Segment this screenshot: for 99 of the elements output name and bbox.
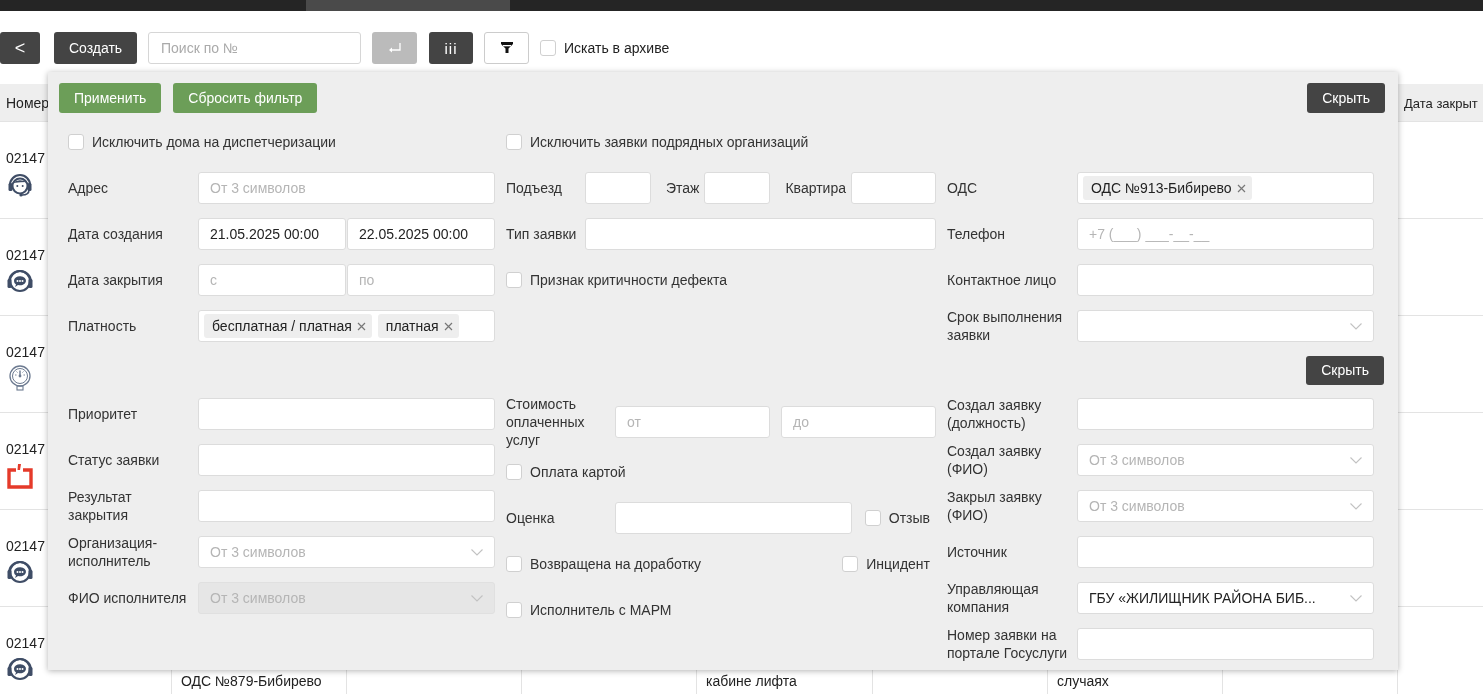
checkbox-label: Исключить заявки подрядных организаций	[530, 134, 809, 150]
field-label: Стоимость оплаченных услуг	[506, 395, 586, 449]
input-field[interactable]	[704, 172, 771, 204]
table-cell-text: кабине лифта	[706, 673, 798, 689]
field-label: Создал заявку (ФИО)	[947, 442, 1043, 478]
headset-chat-icon	[6, 267, 34, 295]
field-label: Организация-исполнитель	[68, 534, 159, 570]
checkbox[interactable]	[506, 602, 522, 618]
checkbox[interactable]	[68, 134, 84, 150]
checkbox-label: Искать в архиве	[564, 40, 670, 56]
chevron-icon	[1350, 502, 1362, 510]
field-label: Подъезд	[506, 179, 563, 197]
chevron-icon	[471, 548, 483, 556]
input-field[interactable]	[615, 502, 852, 534]
back-button[interactable]: <	[0, 32, 40, 64]
tag-field[interactable]: ОДС №913-Бибирево	[1077, 172, 1374, 204]
input-field[interactable]: 22.05.2025 00:00	[347, 218, 495, 250]
tag-chip[interactable]: платная	[377, 314, 459, 338]
input-field[interactable]	[585, 172, 651, 204]
checkbox[interactable]	[506, 272, 522, 288]
field-label: Телефон	[947, 225, 1007, 243]
field-label: ФИО исполнителя	[68, 589, 188, 607]
field-label: Результат закрытия	[68, 488, 133, 524]
request-number: 02147	[6, 635, 45, 651]
chevron-icon	[1350, 456, 1362, 464]
hide-button[interactable]: Скрыть	[1307, 83, 1385, 113]
chevron-icon	[471, 594, 483, 602]
input-field[interactable]	[1077, 398, 1374, 430]
input-field[interactable]	[198, 490, 495, 522]
remove-icon	[356, 321, 366, 331]
request-number: 02147	[6, 538, 45, 554]
chevron-icon	[1350, 594, 1362, 602]
field-label: Дата закрытия	[68, 271, 164, 289]
checkbox[interactable]	[506, 134, 522, 150]
request-number: 02147	[6, 441, 45, 457]
column-header: Номер	[6, 94, 50, 111]
nav-tab[interactable]	[306, 0, 510, 11]
checkbox-label: Признак критичности дефекта	[530, 272, 728, 288]
checkbox[interactable]	[540, 40, 556, 56]
request-number: 02147	[6, 344, 45, 360]
column-header: Дата закрыт	[1404, 95, 1478, 111]
dropdown-field[interactable]	[1077, 310, 1374, 342]
gauge-icon	[6, 364, 34, 392]
checkbox-label: Оплата картой	[530, 464, 626, 480]
remove-icon	[1236, 183, 1246, 193]
columns-button[interactable]: iii	[429, 32, 473, 64]
table-cell-text: случаях	[1057, 673, 1110, 689]
enter-button[interactable]	[372, 32, 417, 64]
input-field[interactable]	[1077, 536, 1374, 568]
input-field[interactable]	[1077, 264, 1374, 296]
checkbox-label: Исполнитель с МАРМ	[530, 602, 672, 618]
field-label: Статус заявки	[68, 451, 161, 469]
input-field[interactable]	[585, 218, 936, 250]
filter-button[interactable]	[484, 32, 529, 64]
input-field[interactable]	[1077, 628, 1374, 660]
field-label: Платность	[68, 317, 138, 335]
tag-field[interactable]: бесплатная / платная платная	[198, 310, 495, 342]
field-label: Источник	[947, 543, 1008, 561]
enter-icon	[387, 42, 402, 54]
checkbox-label: Инцидент	[866, 556, 930, 572]
field-label: Управляющая компания	[947, 580, 1040, 616]
headset-chat-icon	[6, 655, 34, 683]
field-label: ОДС	[947, 179, 979, 197]
field-label: Квартира	[785, 179, 847, 197]
checkbox-label: Возвращена на доработку	[530, 556, 702, 572]
checkbox[interactable]	[506, 464, 522, 480]
filter-icon	[500, 42, 513, 54]
checkbox-label: Отзыв	[888, 510, 930, 526]
input-field[interactable]	[851, 172, 936, 204]
request-number: 02147	[6, 150, 45, 166]
input-field[interactable]: 21.05.2025 00:00	[198, 218, 346, 250]
hide-button[interactable]: Скрыть	[1306, 355, 1384, 385]
input-field[interactable]	[198, 444, 495, 476]
field-label: Контактное лицо	[947, 271, 1058, 289]
checkbox[interactable]	[864, 510, 881, 526]
dropdown-field[interactable]: ГБУ «ЖИЛИЩНИК РАЙОНА БИБ...	[1077, 582, 1374, 614]
checkbox[interactable]	[842, 556, 859, 572]
field-label: Приоритет	[68, 405, 139, 423]
field-label: Тип заявки	[506, 225, 578, 243]
field-label: Оценка	[506, 509, 556, 527]
field-label: Срок выполнения заявки	[947, 308, 1064, 344]
field-label: Создал заявку (должность)	[947, 396, 1043, 432]
checkbox-label: Исключить дома на диспетчеризации	[92, 134, 336, 150]
request-number: 02147	[6, 247, 45, 263]
table-cell-text: ОДС №879-Бибирево	[181, 673, 323, 689]
field-label: Закрыл заявку (ФИО)	[947, 488, 1043, 524]
tag-chip[interactable]: ОДС №913-Бибирево	[1083, 176, 1252, 200]
create-button[interactable]: Создать	[54, 32, 137, 64]
field-label: Адрес	[68, 179, 110, 197]
headset-chat-icon	[6, 558, 34, 586]
field-label: Дата создания	[68, 225, 164, 243]
checkbox[interactable]	[506, 556, 522, 572]
remove-icon	[443, 321, 453, 331]
field-label: Этаж	[666, 179, 701, 197]
input-field[interactable]	[198, 398, 495, 430]
tag-chip[interactable]: бесплатная / платная	[204, 314, 372, 338]
frame-icon	[6, 461, 34, 489]
field-label: Номер заявки на портале Госуслуги	[947, 626, 1069, 662]
chevron-icon	[1350, 322, 1362, 330]
